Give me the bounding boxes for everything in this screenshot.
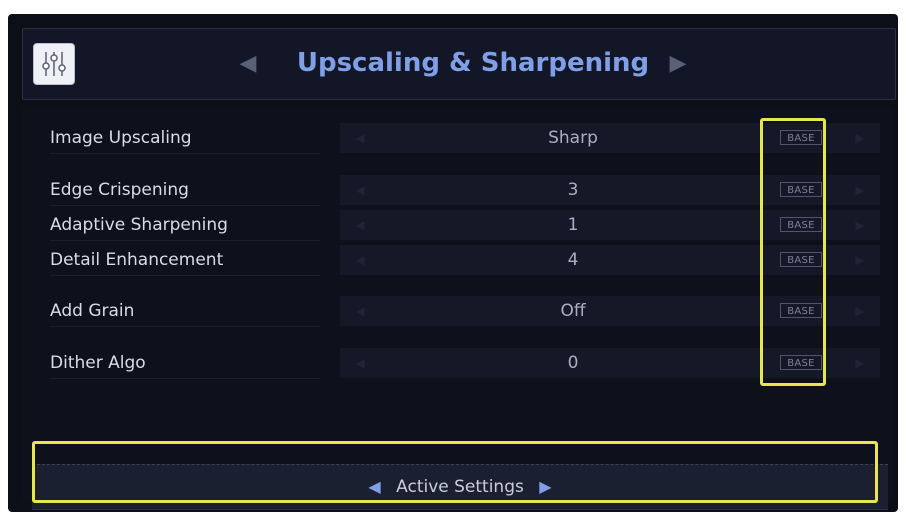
setting-row-edge-crispening: Edge Crispening ◀ 3 BASE ▶ xyxy=(22,175,894,206)
setting-label: Edge Crispening xyxy=(50,175,320,206)
decrease-arrow-icon[interactable]: ◀ xyxy=(348,175,372,205)
base-badge: BASE xyxy=(780,217,822,232)
base-badge: BASE xyxy=(780,252,822,267)
setting-value: 4 xyxy=(567,250,579,270)
sliders-icon-graphic xyxy=(42,52,66,76)
active-settings-label: Active Settings xyxy=(396,477,524,497)
setting-row-adaptive-sharpening: Adaptive Sharpening ◀ 1 BASE ▶ xyxy=(22,210,894,241)
active-settings-nav: ◀ Active Settings ▶ xyxy=(32,465,888,509)
prev-page-button[interactable]: ◀ xyxy=(233,49,263,79)
settings-window: ◀ Upscaling & Sharpening ▶ Image Upscali… xyxy=(8,14,898,512)
header-bar: ◀ Upscaling & Sharpening ▶ xyxy=(22,28,896,100)
setting-label: Image Upscaling xyxy=(50,123,320,154)
base-badge: BASE xyxy=(780,355,822,370)
next-settings-arrow-icon[interactable]: ▶ xyxy=(529,477,561,496)
base-badge: BASE xyxy=(780,130,822,145)
setting-row-dither-algo: Dither Algo ◀ 0 BASE ▶ xyxy=(22,348,894,379)
decrease-arrow-icon[interactable]: ◀ xyxy=(348,348,372,378)
setting-control[interactable]: ◀ Off BASE ▶ xyxy=(340,296,880,326)
setting-control[interactable]: ◀ 1 BASE ▶ xyxy=(340,210,880,240)
increase-arrow-icon[interactable]: ▶ xyxy=(848,348,872,378)
setting-value: 3 xyxy=(567,180,579,200)
setting-control[interactable]: ◀ 0 BASE ▶ xyxy=(340,348,880,378)
setting-label: Add Grain xyxy=(50,296,320,327)
prev-settings-arrow-icon[interactable]: ◀ xyxy=(358,477,390,496)
setting-control[interactable]: ◀ 4 BASE ▶ xyxy=(340,245,880,275)
next-page-button[interactable]: ▶ xyxy=(663,49,693,79)
setting-control[interactable]: ◀ 3 BASE ▶ xyxy=(340,175,880,205)
decrease-arrow-icon[interactable]: ◀ xyxy=(348,245,372,275)
decrease-arrow-icon[interactable]: ◀ xyxy=(348,296,372,326)
increase-arrow-icon[interactable]: ▶ xyxy=(848,175,872,205)
increase-arrow-icon[interactable]: ▶ xyxy=(848,123,872,153)
increase-arrow-icon[interactable]: ▶ xyxy=(848,245,872,275)
active-settings-bar[interactable]: ◀ Active Settings ▶ xyxy=(32,464,888,510)
increase-arrow-icon[interactable]: ▶ xyxy=(848,210,872,240)
sliders-icon[interactable] xyxy=(33,43,75,85)
increase-arrow-icon[interactable]: ▶ xyxy=(848,296,872,326)
page-title: Upscaling & Sharpening xyxy=(296,48,650,78)
decrease-arrow-icon[interactable]: ◀ xyxy=(348,210,372,240)
base-badge: BASE xyxy=(780,303,822,318)
setting-control[interactable]: ◀ Sharp BASE ▶ xyxy=(340,123,880,153)
setting-row-detail-enhancement: Detail Enhancement ◀ 4 BASE ▶ xyxy=(22,245,894,276)
setting-value: 1 xyxy=(567,215,579,235)
setting-label: Dither Algo xyxy=(50,348,320,379)
setting-row-image-upscaling: Image Upscaling ◀ Sharp BASE ▶ xyxy=(22,123,894,154)
settings-panel: Image Upscaling ◀ Sharp BASE ▶ Edge Cris… xyxy=(22,108,894,500)
base-badge: BASE xyxy=(780,182,822,197)
setting-label: Detail Enhancement xyxy=(50,245,320,276)
setting-value: Sharp xyxy=(548,128,598,148)
setting-label: Adaptive Sharpening xyxy=(50,210,320,241)
setting-value: 0 xyxy=(567,353,579,373)
setting-value: Off xyxy=(560,301,586,321)
decrease-arrow-icon[interactable]: ◀ xyxy=(348,123,372,153)
setting-row-add-grain: Add Grain ◀ Off BASE ▶ xyxy=(22,296,894,327)
